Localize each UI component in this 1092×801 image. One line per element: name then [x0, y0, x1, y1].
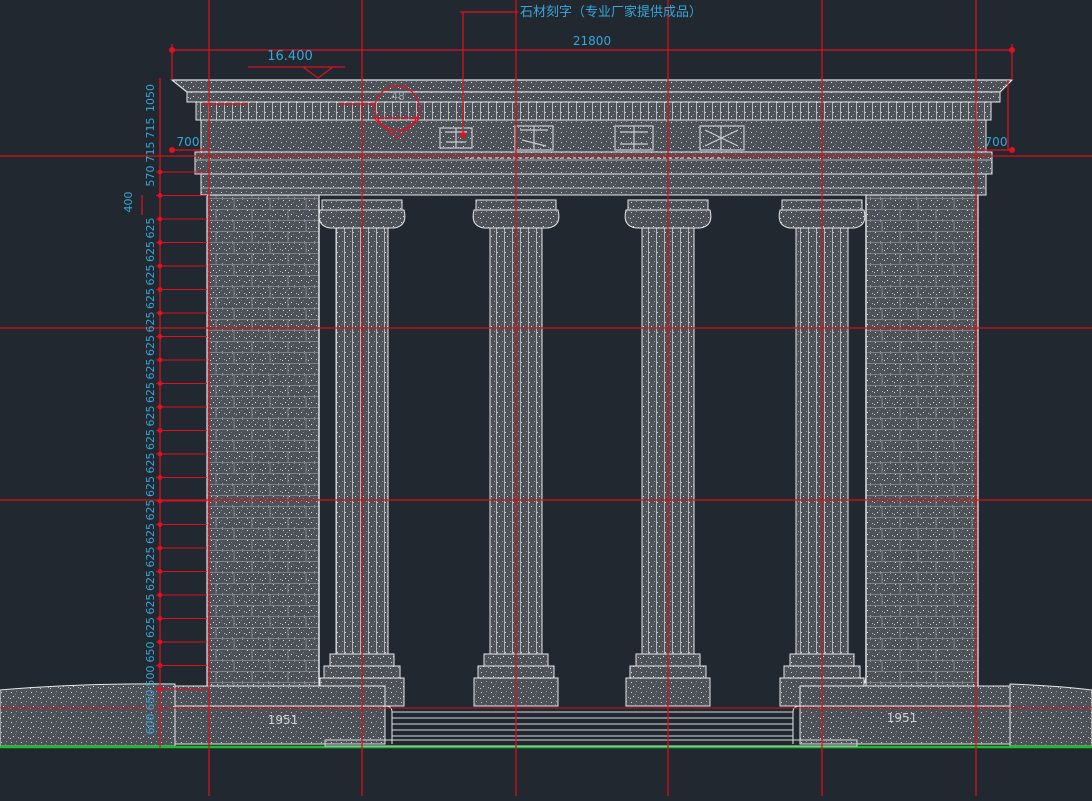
right-pier	[865, 194, 979, 688]
overall-width-label: 21800	[573, 34, 611, 48]
height-dimension-label: 625	[144, 500, 157, 521]
height-dimension-label: 650	[144, 690, 157, 711]
height-dimension-labels: 1050 715 715 570 400 625 625 625 625 625 625 625 625…	[122, 84, 157, 735]
gate-elevation-drawing: 1951 1951 石材刻字（专业厂家提供成品） 21800 16.400 70…	[0, 0, 1092, 796]
columns	[318, 199, 866, 707]
cad-drawing-canvas: 1951 1951 石材刻字（专业厂家提供成品） 21800 16.400 70…	[0, 0, 1092, 796]
height-dimension-label: 650	[144, 642, 157, 663]
height-dimension-label: 625	[144, 453, 157, 474]
height-dimension-label: 625	[144, 335, 157, 356]
height-dimension-label: 570	[144, 166, 157, 187]
elevation-label: 16.400	[267, 49, 313, 64]
height-dimension-label: 500	[144, 666, 157, 687]
height-dimension-label: 625	[144, 218, 157, 239]
height-dimension-label: 715	[144, 118, 157, 139]
height-dimension-label: 625	[144, 547, 157, 568]
side-right-label: 700	[985, 135, 1008, 149]
height-dimension-label: 625	[144, 594, 157, 615]
height-dimension-label: 1050	[144, 84, 157, 112]
height-dimension-label: 625	[144, 617, 157, 638]
height-dimension-label: 600	[144, 714, 157, 735]
height-dimension-ladder	[156, 169, 207, 692]
leader-note: 石材刻字（专业厂家提供成品）	[520, 4, 702, 20]
height-dimension-label: 625	[144, 265, 157, 286]
entry-steps	[324, 711, 858, 747]
side-left-label: 700	[177, 135, 200, 149]
base-plaque-right: 1951	[887, 711, 918, 725]
height-dimension-label: 625	[144, 523, 157, 544]
height-dimension-label: 625	[144, 406, 157, 427]
height-dimension-label: 715	[144, 142, 157, 163]
height-dimension-label: 625	[144, 359, 157, 380]
height-dimension-label: 625	[144, 382, 157, 403]
height-dimension-label: 625	[144, 288, 157, 309]
height-dimension-label: 625	[144, 312, 157, 333]
height-dimension-label: 400	[122, 192, 135, 213]
height-dimension-label: 625	[144, 570, 157, 591]
height-dimension-label: 625	[144, 241, 157, 262]
entablature	[170, 79, 1014, 196]
base-plaque-left: 1951	[268, 713, 299, 727]
left-pier	[206, 194, 320, 688]
height-dimension-label: 625	[144, 429, 157, 450]
height-dimension-label: 625	[144, 476, 157, 497]
circle-tag-label: 48	[391, 90, 405, 103]
